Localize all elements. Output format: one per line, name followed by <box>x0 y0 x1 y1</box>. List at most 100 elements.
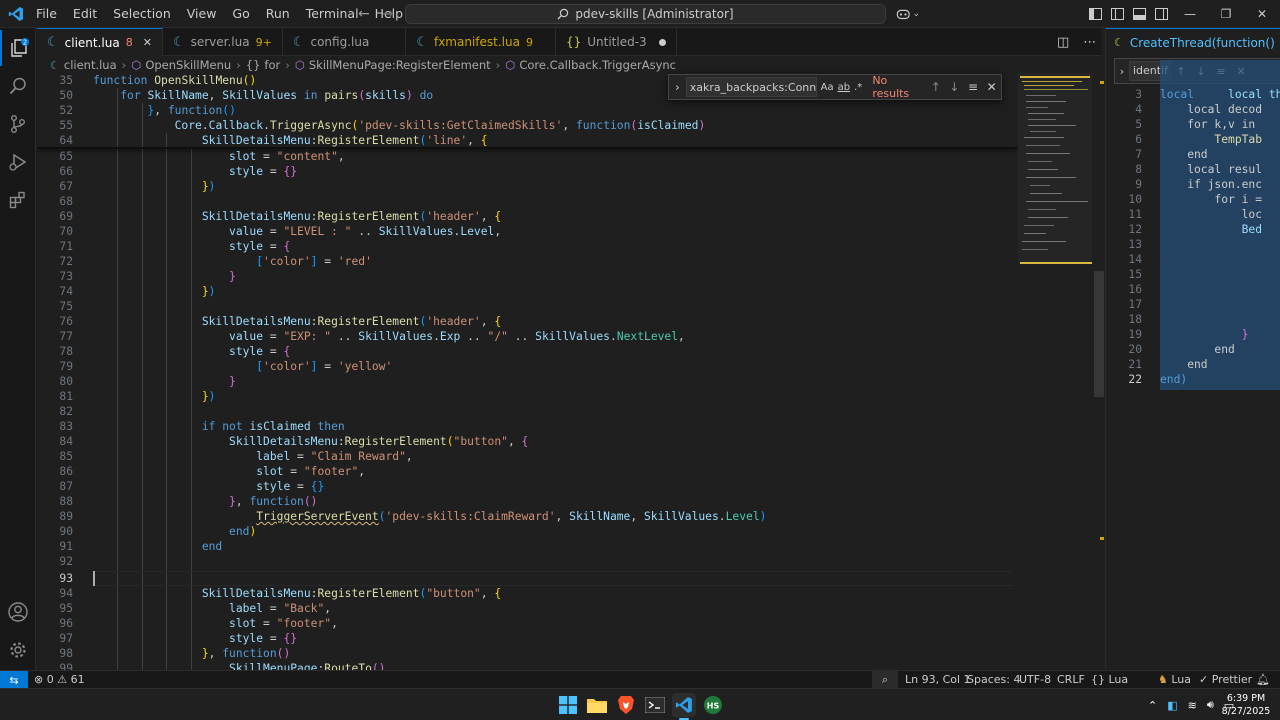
run-debug-icon[interactable] <box>0 144 36 180</box>
code-line-12: 12 Bed <box>1128 223 1263 236</box>
breadcrumb-item[interactable]: client.lua <box>64 58 117 72</box>
prettier-status[interactable]: ✓ Prettier <box>1199 671 1252 689</box>
file-explorer-icon[interactable] <box>585 693 609 717</box>
menu-file[interactable]: File <box>28 0 65 28</box>
accounts-icon[interactable] <box>0 594 36 630</box>
code-line-11: 11 loc <box>1128 208 1263 221</box>
breadcrumb-item[interactable]: for <box>264 58 280 72</box>
tab-untitled-3[interactable]: {} Untitled-3 <box>556 28 677 56</box>
manage-gear-icon[interactable] <box>0 632 36 668</box>
code-line-6: 6 TempTab <box>1135 133 1263 146</box>
close-icon[interactable]: ✕ <box>1244 0 1280 28</box>
code-line-52: 52 }, function() <box>59 104 236 117</box>
unsaved-dot-icon[interactable] <box>658 38 666 46</box>
code-line-75: 75 <box>59 300 73 313</box>
windows-start-icon[interactable] <box>556 693 580 717</box>
code-line-70: 70 value = "LEVEL : " .. SkillValues.Lev… <box>59 225 502 238</box>
more-actions-icon[interactable]: ⋯ <box>1083 35 1096 50</box>
warning-marker <box>1100 537 1104 540</box>
extensions-icon[interactable] <box>0 182 36 218</box>
clock[interactable]: 6:39 PM 8/27/2025 <box>1218 692 1274 718</box>
remote-indicator-icon[interactable]: ⇆ <box>0 671 28 689</box>
chevron-down-icon[interactable]: ⌄ <box>912 9 920 19</box>
show-hidden-icons-chevron-icon[interactable]: ⌃ <box>1148 699 1157 712</box>
tab-client-lua[interactable]: ☾ client.lua 8 ✕ <box>37 28 163 56</box>
tab-fxmanifest-lua[interactable]: ☾ fxmanifest.lua 9 <box>406 28 556 56</box>
cube-icon: ⬡ <box>131 58 142 72</box>
search-icon[interactable] <box>0 68 36 104</box>
code-line-21: 21 end <box>1128 358 1208 371</box>
menu-edit[interactable]: Edit <box>65 0 105 28</box>
tab-label: config.lua <box>310 35 370 49</box>
toggle-panel-icon[interactable] <box>1128 0 1150 28</box>
scrollbar-thumb[interactable] <box>1094 271 1104 397</box>
hs-app-icon[interactable]: HS <box>701 693 725 717</box>
chevron-right-icon: › <box>495 58 501 72</box>
find-in-selection-icon[interactable]: ≡ <box>964 80 983 94</box>
tab-server-lua[interactable]: ☾ server.lua 9+ <box>163 28 283 56</box>
encoding[interactable]: UTF-8 <box>1019 671 1051 689</box>
wifi-icon[interactable]: ≋ <box>1188 699 1197 712</box>
match-whole-word-button[interactable]: ab <box>838 82 850 93</box>
warning-icon: ⚠ <box>57 673 68 686</box>
menu-view[interactable]: View <box>179 0 225 28</box>
end-of-line[interactable]: CRLF <box>1057 671 1085 689</box>
toggle-replace-chevron-icon[interactable]: › <box>669 80 686 94</box>
lua-file-icon: ☾ <box>50 58 60 72</box>
tab-create-thread[interactable]: ☾ CreateThread(function() U <box>1106 28 1280 56</box>
menu-run[interactable]: Run <box>258 0 298 28</box>
toggle-primary-sidebar-icon[interactable] <box>1106 0 1128 28</box>
lua-status[interactable]: ♞ Lua <box>1158 671 1191 689</box>
find-input[interactable]: xakra_backpacks:Connect <box>685 77 817 97</box>
close-tab-icon[interactable]: ✕ <box>143 36 152 49</box>
menu-selection[interactable]: Selection <box>105 0 179 28</box>
minimize-icon[interactable]: — <box>1172 0 1208 28</box>
forward-arrow-icon[interactable]: → <box>382 6 394 22</box>
split-editor-icon[interactable]: ◫ <box>1057 35 1069 50</box>
breadcrumb-item[interactable]: OpenSkillMenu <box>145 58 231 72</box>
tab-label: server.lua <box>190 35 250 49</box>
command-center-search[interactable]: pdev-skills [Administrator] <box>405 4 886 24</box>
toggle-secondary-sidebar-icon[interactable] <box>1150 0 1172 28</box>
back-arrow-icon[interactable]: ← <box>358 6 370 22</box>
notifications-bell-icon[interactable]: 🔔︎ <box>1256 671 1270 689</box>
use-regex-button[interactable]: .* <box>854 82 862 93</box>
match-case-button[interactable]: Aa <box>821 82 834 93</box>
indentation[interactable]: Spaces: 4 <box>967 671 1020 689</box>
vertical-scrollbar[interactable] <box>1092 73 1104 670</box>
code-line-22: 22 end) <box>1128 373 1188 386</box>
breadcrumb-item[interactable]: Core.Callback.TriggerAsync <box>519 58 676 72</box>
source-control-icon[interactable] <box>0 106 36 142</box>
cursor-position[interactable]: Ln 93, Col 1 <box>905 671 971 689</box>
vscode-taskbar-icon[interactable] <box>672 693 696 717</box>
code-line-67: 67 }) <box>59 180 216 193</box>
restore-icon[interactable]: ❐ <box>1208 0 1244 28</box>
problems-indicator[interactable]: ⊗ 0 ⚠ 61 <box>34 671 85 689</box>
title-bar: File Edit Selection View Go Run Terminal… <box>0 0 1280 28</box>
chevron-right-icon: › <box>236 58 241 72</box>
previous-match-icon[interactable]: ↑ <box>926 80 945 94</box>
toggle-replace-chevron-icon[interactable]: › <box>1115 65 1129 78</box>
minimap[interactable] <box>1018 73 1098 670</box>
breadcrumb-item[interactable]: SkillMenuPage:RegisterElement <box>309 58 491 72</box>
language-mode[interactable]: {} Lua <box>1091 671 1128 689</box>
explorer-icon[interactable]: 2 <box>0 30 36 66</box>
code-editor[interactable]: 35 function OpenSkillMenu() 50 for SkillN… <box>37 73 1101 670</box>
code-line-73: 73 } <box>59 270 236 283</box>
menu-terminal[interactable]: Terminal <box>298 0 367 28</box>
zoom-icon[interactable]: ⌕ <box>872 671 898 689</box>
copilot-icon[interactable]: ⌄ <box>896 4 920 24</box>
customize-layout-icon[interactable] <box>1084 0 1106 28</box>
volume-icon[interactable]: 🔊︎ <box>1207 698 1214 712</box>
next-match-icon[interactable]: ↓ <box>945 80 964 94</box>
brave-browser-icon[interactable] <box>614 693 638 717</box>
menu-go[interactable]: Go <box>224 0 257 28</box>
close-find-icon[interactable]: ✕ <box>982 80 1001 94</box>
code-line-5: 5 for k,v in <box>1135 118 1256 131</box>
code-line-15: 15 <box>1128 268 1142 281</box>
app-tray-icon[interactable]: ◧ <box>1167 699 1177 712</box>
terminal-icon[interactable] <box>643 693 667 717</box>
lua-file-icon: ☾ <box>172 34 185 50</box>
tab-config-lua[interactable]: ☾ config.lua <box>283 28 407 56</box>
vscode-logo-icon <box>4 0 28 28</box>
